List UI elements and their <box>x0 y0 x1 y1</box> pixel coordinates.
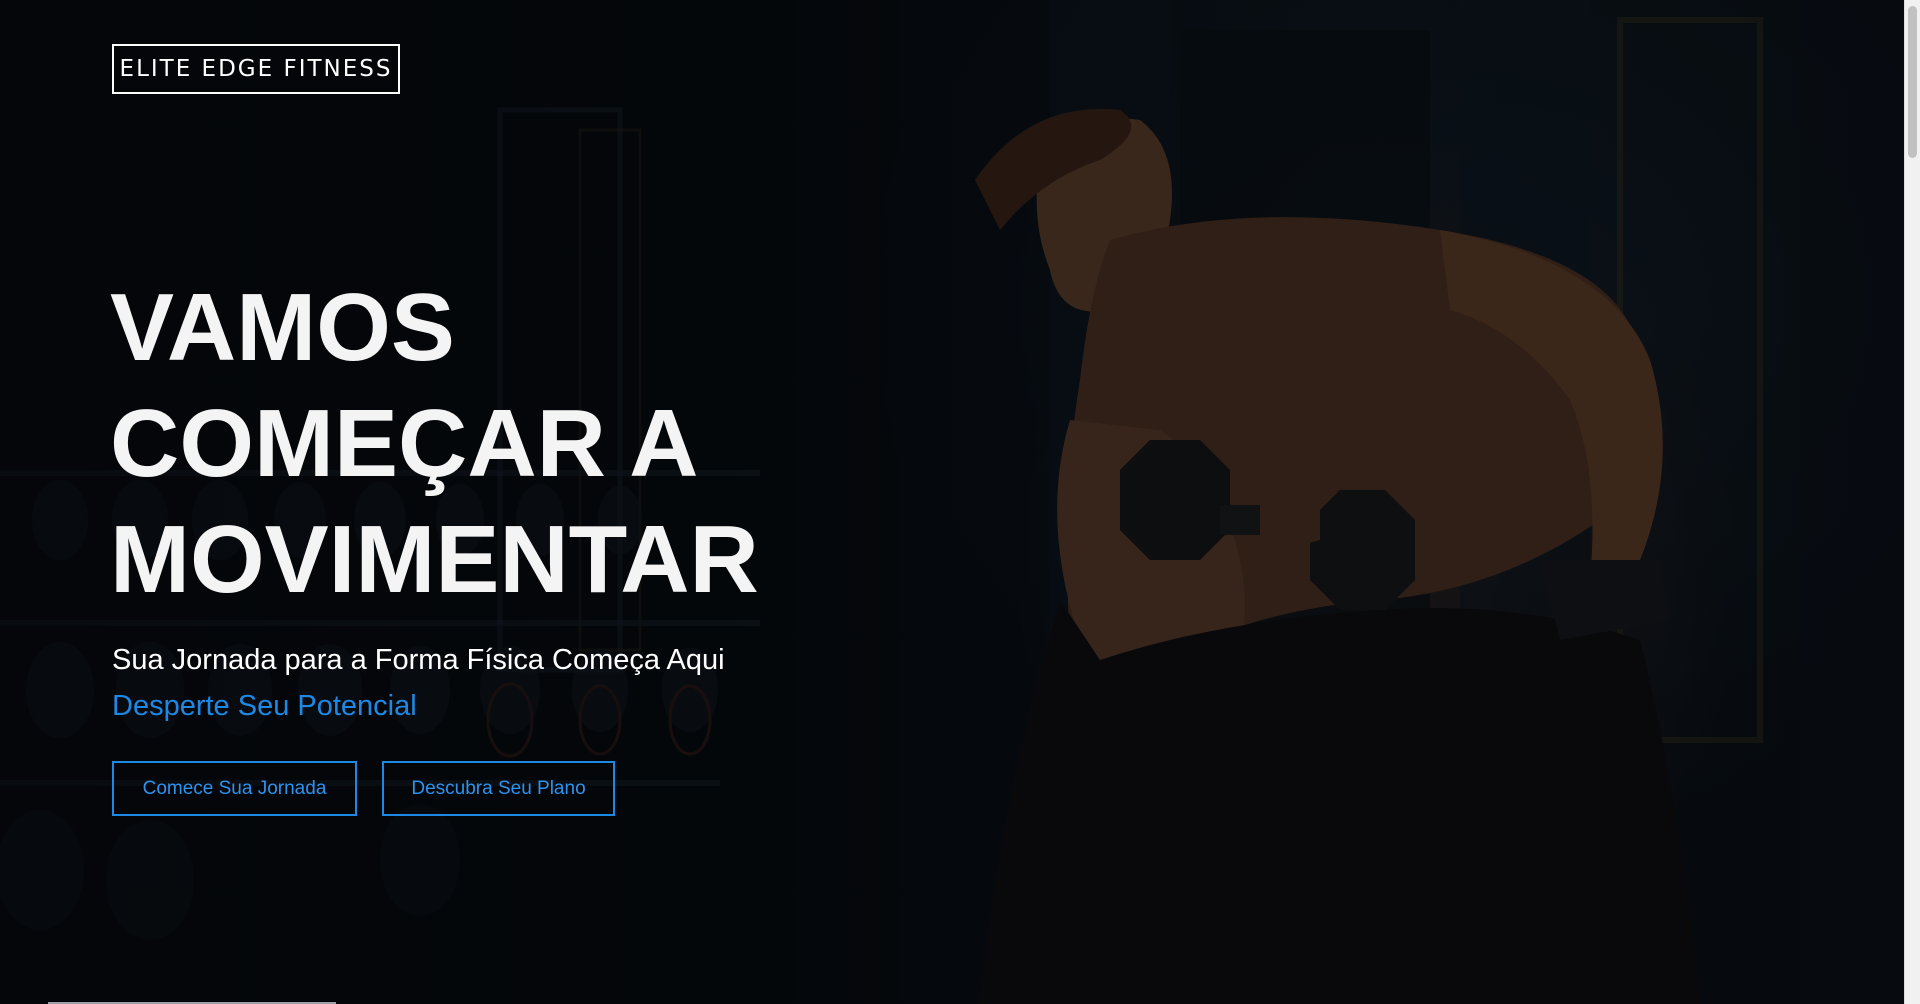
hero-title-line-1: VAMOS <box>110 274 455 381</box>
hero-title-line-2: COMEÇAR A <box>110 390 699 497</box>
hero-title: VAMOS COMEÇAR A MOVIMENTAR <box>110 270 759 618</box>
vertical-scrollbar[interactable] <box>1904 0 1920 1004</box>
hero-tagline: Desperte Seu Potencial <box>112 690 417 722</box>
discover-plan-button[interactable]: Descubra Seu Plano <box>382 761 615 816</box>
brand-logo[interactable]: ELITE EDGE FITNESS <box>112 44 400 94</box>
landing-page: ELITE EDGE FITNESS VAMOS COMEÇAR A MOVIM… <box>0 0 1920 1004</box>
hero-subtitle: Sua Jornada para a Forma Física Começa A… <box>112 644 725 676</box>
scrollbar-thumb[interactable] <box>1908 6 1917 158</box>
brand-logo-text: ELITE EDGE FITNESS <box>119 56 393 82</box>
hero-title-line-3: MOVIMENTAR <box>110 506 759 613</box>
start-journey-button[interactable]: Comece Sua Jornada <box>112 761 357 816</box>
